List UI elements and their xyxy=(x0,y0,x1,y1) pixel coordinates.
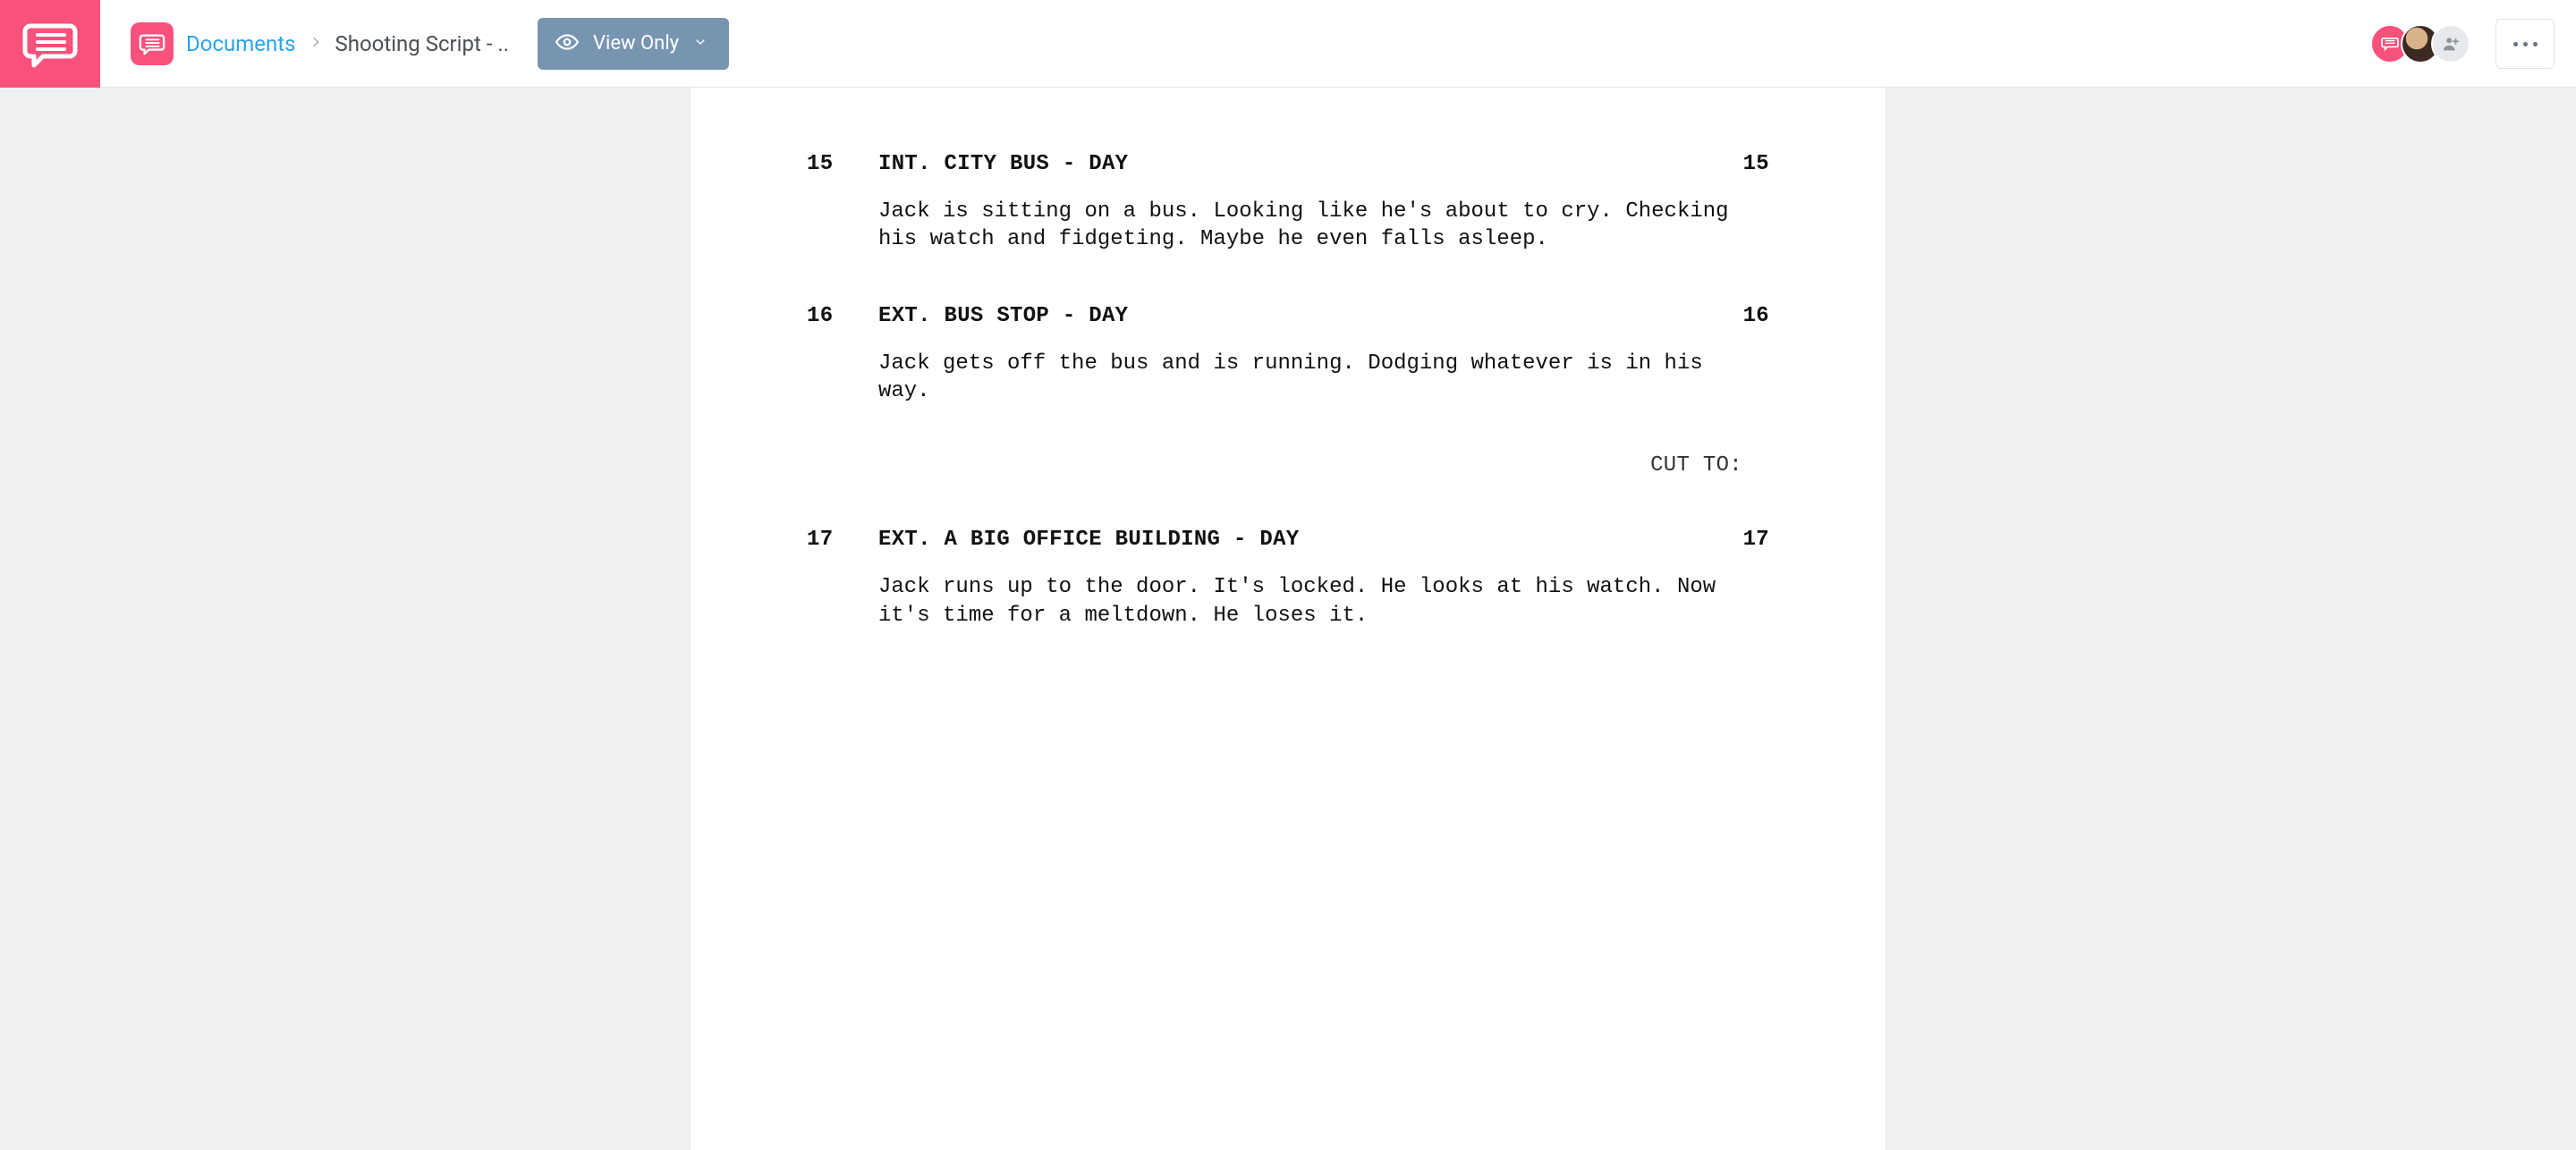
scene-block: 15 INT. CITY BUS - DAY 15 Jack is sittin… xyxy=(807,150,1769,254)
scene-heading: INT. CITY BUS - DAY xyxy=(878,150,1698,178)
scene-number-right: 15 xyxy=(1698,150,1769,178)
scene-transition: CUT TO: xyxy=(878,453,1742,478)
project-icon[interactable] xyxy=(131,22,174,65)
scene-heading-row: 15 INT. CITY BUS - DAY 15 xyxy=(807,150,1769,178)
view-mode-label: View Only xyxy=(593,32,679,55)
scene-block: 17 EXT. A BIG OFFICE BUILDING - DAY 17 J… xyxy=(807,526,1769,630)
scene-block: 16 EXT. BUS STOP - DAY 16 Jack gets off … xyxy=(807,302,1769,406)
breadcrumb-root[interactable]: Documents xyxy=(186,31,296,56)
app-root: Documents Shooting Script - .. View Only xyxy=(0,0,2576,1150)
chevron-right-icon xyxy=(309,35,323,53)
chevron-down-icon xyxy=(693,35,708,53)
workspace: 15 INT. CITY BUS - DAY 15 Jack is sittin… xyxy=(0,88,2576,1150)
view-mode-dropdown[interactable]: View Only xyxy=(538,18,729,70)
dot-icon xyxy=(2523,42,2528,47)
person-add-icon xyxy=(2441,34,2461,54)
scene-number-left: 17 xyxy=(807,526,878,554)
more-menu-button[interactable] xyxy=(2496,19,2555,69)
breadcrumb-current: Shooting Script - .. xyxy=(335,31,510,56)
scene-number-left: 16 xyxy=(807,302,878,330)
chat-bubble-icon xyxy=(139,30,165,57)
topbar: Documents Shooting Script - .. View Only xyxy=(0,0,2576,88)
avatar-stack[interactable] xyxy=(2370,24,2470,63)
scene-action: Jack gets off the bus and is running. Do… xyxy=(878,350,1742,405)
scene-heading-row: 17 EXT. A BIG OFFICE BUILDING - DAY 17 xyxy=(807,526,1769,554)
scene-heading: EXT. A BIG OFFICE BUILDING - DAY xyxy=(878,526,1698,554)
chat-bubble-icon xyxy=(21,15,79,72)
topbar-right xyxy=(2370,0,2555,88)
app-logo[interactable] xyxy=(0,0,100,88)
chat-bubble-icon xyxy=(2380,34,2400,54)
eye-icon xyxy=(555,30,579,57)
scene-number-left: 15 xyxy=(807,150,878,178)
scene-action: Jack runs up to the door. It's locked. H… xyxy=(878,573,1742,629)
scene-number-right: 16 xyxy=(1698,302,1769,330)
dot-icon xyxy=(2533,42,2538,47)
avatar-add[interactable] xyxy=(2431,24,2470,63)
breadcrumb: Documents Shooting Script - .. View Only xyxy=(100,18,729,70)
scene-heading: EXT. BUS STOP - DAY xyxy=(878,302,1698,330)
script-page: 15 INT. CITY BUS - DAY 15 Jack is sittin… xyxy=(691,88,1885,1150)
scene-heading-row: 16 EXT. BUS STOP - DAY 16 xyxy=(807,302,1769,330)
dot-icon xyxy=(2513,42,2518,47)
scene-action: Jack is sitting on a bus. Looking like h… xyxy=(878,198,1742,253)
scene-number-right: 17 xyxy=(1698,526,1769,554)
